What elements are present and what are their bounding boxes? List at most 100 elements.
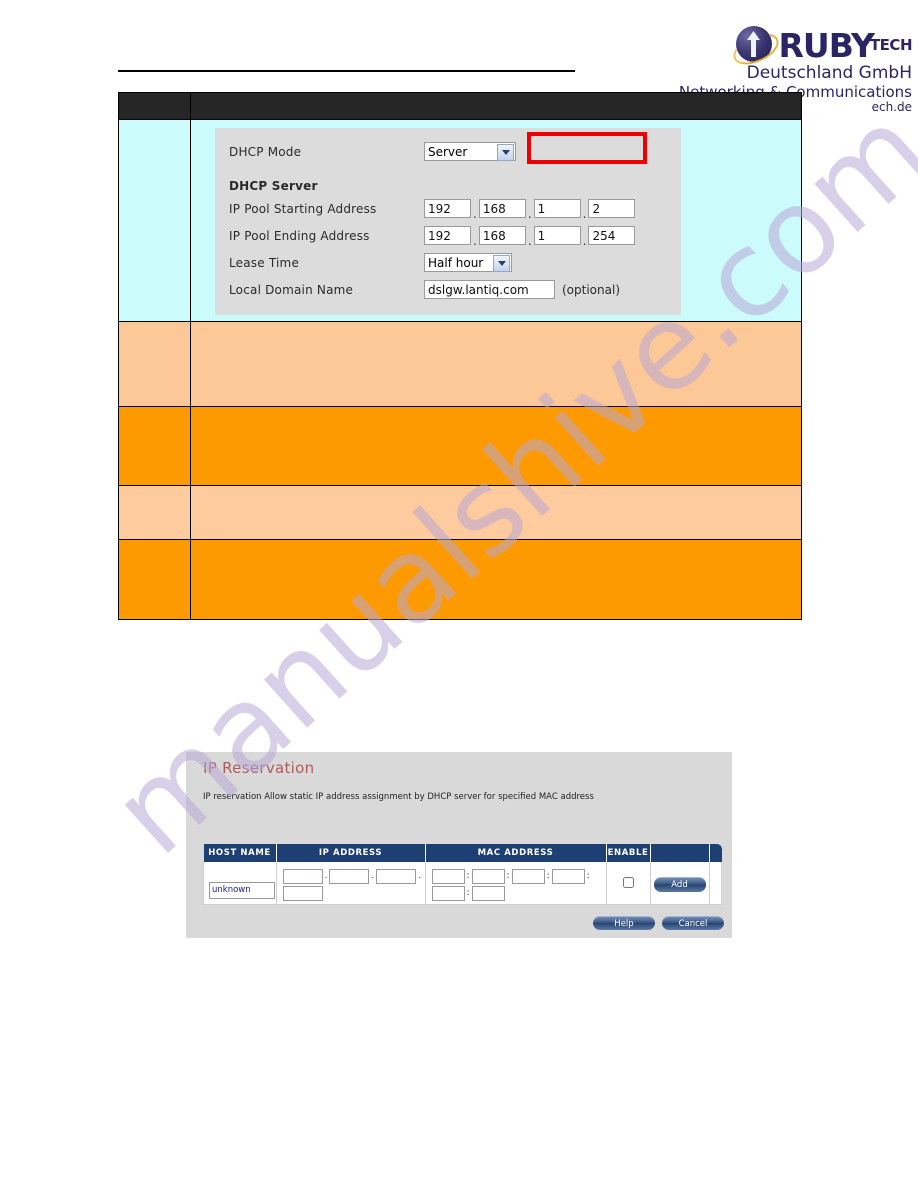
octet-separator: . <box>473 234 477 248</box>
dhcp-server-section-header: DHCP Server <box>215 165 681 195</box>
pool-end-octet-4[interactable] <box>588 226 636 245</box>
octet-separator: . <box>582 234 587 248</box>
mac-segment-4[interactable] <box>551 868 585 884</box>
brand-name-suffix: TECH <box>869 36 913 54</box>
row-content-cell <box>190 406 802 486</box>
header-cell-right <box>190 92 802 120</box>
table-row-blank-3 <box>118 485 802 540</box>
row-content-cell <box>190 321 802 407</box>
ip-separator: . <box>418 871 422 881</box>
field-pool-end: IP Pool Ending Address . . . <box>215 222 681 249</box>
ip-reservation-description: IP reservation Allow static IP address a… <box>203 792 594 802</box>
row-label-cell <box>118 321 191 407</box>
table-row-blank-2 <box>118 406 802 486</box>
pool-end-octet-3[interactable] <box>533 226 581 245</box>
column-header-host-name: HOST NAME <box>203 844 277 862</box>
ip-octet-2[interactable] <box>329 868 370 884</box>
column-header-mac-address: MAC ADDRESS <box>425 844 607 862</box>
add-button[interactable]: Add <box>653 877 706 892</box>
ip-octet-1[interactable] <box>282 868 323 884</box>
column-header-enable: ENABLE <box>606 844 651 862</box>
lease-time-select-wrap: Half hour <box>424 253 512 272</box>
brand-wordmark-row: RUBY TECH <box>660 23 913 71</box>
pool-start-octet-4[interactable] <box>588 199 636 218</box>
cell-action: Add <box>649 862 710 905</box>
row-content-cell: DHCP Mode Server DHCP Server IP Pool Sta… <box>190 119 802 322</box>
mac-segment-3[interactable] <box>511 868 545 884</box>
table-header-row <box>118 92 802 120</box>
field-local-domain: Local Domain Name (optional) <box>215 276 681 303</box>
enable-checkbox[interactable] <box>622 877 634 889</box>
row-content-cell <box>190 485 802 540</box>
mac-separator: : <box>546 871 550 881</box>
octet-separator: . <box>582 207 587 221</box>
field-lease-time: Lease Time Half hour <box>215 249 681 276</box>
row-label-cell <box>118 119 191 322</box>
local-domain-optional-note: (optional) <box>562 282 620 297</box>
column-header-spacer <box>709 844 722 862</box>
ip-address-group: . . . <box>277 865 425 902</box>
field-pool-start: IP Pool Starting Address . . . <box>215 195 681 222</box>
header-cell-left <box>118 92 191 120</box>
local-domain-label: Local Domain Name <box>229 282 354 297</box>
dhcp-server-title: DHCP Server <box>229 179 318 193</box>
pool-end-octet-2[interactable] <box>478 226 526 245</box>
mac-separator: : <box>466 871 470 881</box>
dhcp-mode-select-wrap: Server <box>424 142 516 161</box>
row-label-cell <box>118 406 191 486</box>
mac-separator: : <box>466 888 470 898</box>
field-dhcp-mode: DHCP Mode Server <box>215 138 681 165</box>
table-row-blank-4 <box>118 539 802 620</box>
pool-end-octet-1[interactable] <box>424 226 471 245</box>
local-domain-input[interactable] <box>424 280 555 299</box>
table-header-row: HOST NAME IP ADDRESS MAC ADDRESS ENABLE <box>203 844 722 862</box>
cell-mac-address: : : : : : <box>424 862 607 905</box>
table-row-dhcp-form: DHCP Mode Server DHCP Server IP Pool Sta… <box>118 119 802 322</box>
pool-start-octet-1[interactable] <box>424 199 471 218</box>
brand-line-deutschland: Deutschland GmbH <box>746 63 912 83</box>
octet-separator: . <box>527 234 532 248</box>
cell-enable <box>605 862 651 905</box>
globe-icon <box>728 23 783 71</box>
table-row: . . . : : : <box>203 862 722 905</box>
cell-host-name <box>203 862 277 905</box>
pool-start-octet-3[interactable] <box>533 199 581 218</box>
mac-segment-6[interactable] <box>471 885 505 901</box>
row-content-cell <box>190 539 802 620</box>
mac-segment-1[interactable] <box>431 868 465 884</box>
mac-segment-5[interactable] <box>431 885 465 901</box>
brand-name: RUBY <box>778 25 875 65</box>
ip-reservation-title: IP Reservation <box>203 759 315 777</box>
ip-reservation-table: HOST NAME IP ADDRESS MAC ADDRESS ENABLE … <box>203 844 722 905</box>
ip-reservation-footer: Help Cancel <box>593 916 724 930</box>
row-label-cell <box>118 485 191 540</box>
column-header-action <box>650 844 710 862</box>
dhcp-settings-panel: DHCP Mode Server DHCP Server IP Pool Sta… <box>215 128 681 315</box>
main-content-table: DHCP Mode Server DHCP Server IP Pool Sta… <box>118 92 802 620</box>
help-button[interactable]: Help <box>593 916 655 930</box>
row-label-cell <box>118 539 191 620</box>
ip-separator: . <box>371 871 375 881</box>
mac-separator: : <box>586 871 590 881</box>
cancel-button[interactable]: Cancel <box>662 916 724 930</box>
table-row-blank-1 <box>118 321 802 407</box>
pool-start-label: IP Pool Starting Address <box>229 201 377 216</box>
ip-separator: . <box>324 871 328 881</box>
pool-end-label: IP Pool Ending Address <box>229 228 370 243</box>
ip-octet-4[interactable] <box>282 885 323 901</box>
octet-separator: . <box>473 207 477 221</box>
header-divider <box>118 70 575 72</box>
ip-octet-3[interactable] <box>376 868 417 884</box>
lease-time-label: Lease Time <box>229 255 300 270</box>
dhcp-mode-select[interactable]: Server <box>424 142 516 161</box>
cell-spacer <box>708 862 722 905</box>
dhcp-mode-label: DHCP Mode <box>229 144 302 159</box>
mac-segment-2[interactable] <box>471 868 505 884</box>
cell-ip-address: . . . <box>275 862 426 905</box>
lease-time-select[interactable]: Half hour <box>424 253 512 272</box>
ip-reservation-panel: IP Reservation IP reservation Allow stat… <box>186 752 732 938</box>
host-name-input[interactable] <box>209 881 275 899</box>
pool-start-octet-2[interactable] <box>478 199 526 218</box>
mac-address-group: : : : : : <box>426 865 606 902</box>
column-header-ip-address: IP ADDRESS <box>276 844 426 862</box>
